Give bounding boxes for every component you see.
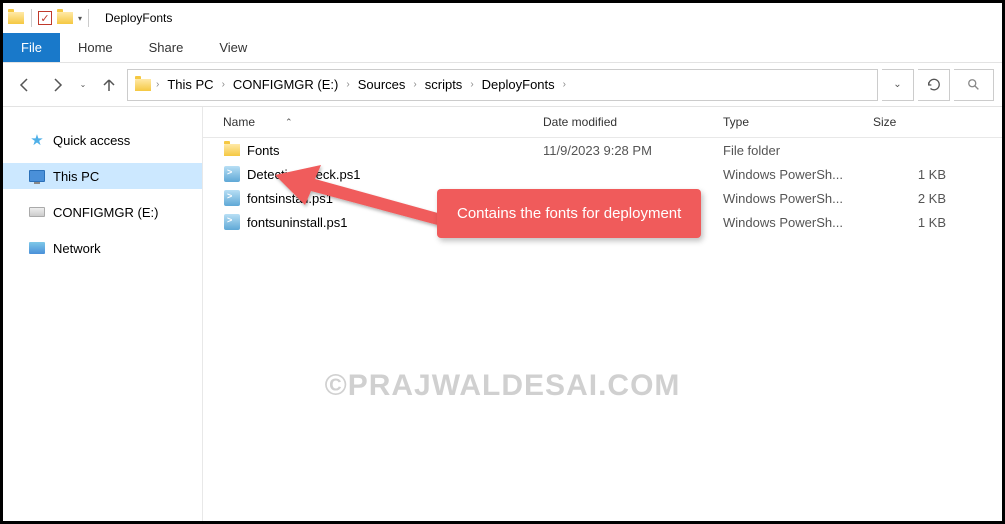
sidebar-item-network[interactable]: Network <box>3 235 202 261</box>
recent-dropdown[interactable]: ⌄ <box>75 71 91 99</box>
sidebar-item-this-pc[interactable]: This PC <box>3 163 202 189</box>
folder-icon <box>134 76 152 94</box>
powershell-icon <box>223 213 241 231</box>
star-icon: ★ <box>29 132 45 148</box>
powershell-icon <box>223 165 241 183</box>
chevron-right-icon[interactable]: › <box>344 79 351 90</box>
refresh-button[interactable] <box>918 69 950 101</box>
breadcrumb-item[interactable]: Sources <box>354 75 410 94</box>
column-header-name[interactable]: Name⌃ <box>223 115 543 129</box>
tab-share[interactable]: Share <box>131 34 202 61</box>
sidebar-item-drive[interactable]: CONFIGMGR (E:) <box>3 199 202 225</box>
network-icon <box>29 240 45 256</box>
titlebar: ✓ ▾ DeployFonts <box>3 3 1002 33</box>
chevron-right-icon[interactable]: › <box>561 79 568 90</box>
powershell-icon <box>223 189 241 207</box>
file-type: Windows PowerSh... <box>723 167 873 182</box>
file-size: 1 KB <box>873 215 986 230</box>
sidebar-item-quick-access[interactable]: ★ Quick access <box>3 127 202 153</box>
file-tab[interactable]: File <box>3 33 60 62</box>
file-type: Windows PowerSh... <box>723 191 873 206</box>
file-type: Windows PowerSh... <box>723 215 873 230</box>
tab-view[interactable]: View <box>201 34 265 61</box>
address-dropdown[interactable]: ⌄ <box>882 69 914 101</box>
sidebar-item-label: CONFIGMGR (E:) <box>53 205 158 220</box>
main-area: ★ Quick access This PC CONFIGMGR (E:) Ne… <box>3 107 1002 521</box>
breadcrumb-item[interactable]: This PC <box>163 75 217 94</box>
address-bar[interactable]: › This PC › CONFIGMGR (E:) › Sources › s… <box>127 69 878 101</box>
file-date: 11/9/2023 9:28 PM <box>543 143 723 158</box>
folder-icon <box>223 141 241 159</box>
navigation-pane: ★ Quick access This PC CONFIGMGR (E:) Ne… <box>3 107 203 521</box>
sort-indicator-icon: ⌃ <box>285 117 293 128</box>
chevron-right-icon[interactable]: › <box>411 79 418 90</box>
annotation-arrow <box>265 155 455 235</box>
checkbox-icon[interactable]: ✓ <box>38 11 52 25</box>
qat-dropdown[interactable]: ▾ <box>78 14 82 23</box>
file-size: 1 KB <box>873 167 986 182</box>
window-title: DeployFonts <box>105 11 172 25</box>
separator <box>31 9 32 27</box>
annotation-callout: Contains the fonts for deployment <box>437 189 701 238</box>
back-button[interactable] <box>11 71 39 99</box>
navigation-row: ⌄ › This PC › CONFIGMGR (E:) › Sources ›… <box>3 63 1002 107</box>
chevron-right-icon[interactable]: › <box>220 79 227 90</box>
breadcrumb-item[interactable]: scripts <box>421 75 467 94</box>
column-header-size[interactable]: Size <box>873 115 986 129</box>
column-headers: Name⌃ Date modified Type Size <box>203 107 1002 138</box>
drive-icon <box>29 204 45 220</box>
pc-icon <box>29 168 45 184</box>
sidebar-item-label: Network <box>53 241 101 256</box>
column-header-type[interactable]: Type <box>723 115 873 129</box>
breadcrumb-item[interactable]: DeployFonts <box>478 75 559 94</box>
sidebar-item-label: This PC <box>53 169 99 184</box>
folder-icon <box>7 9 25 27</box>
search-input[interactable] <box>954 69 994 101</box>
chevron-right-icon[interactable]: › <box>468 79 475 90</box>
file-size: 2 KB <box>873 191 986 206</box>
column-header-date[interactable]: Date modified <box>543 115 723 129</box>
ribbon: File Home Share View <box>3 33 1002 63</box>
tab-home[interactable]: Home <box>60 34 131 61</box>
sidebar-item-label: Quick access <box>53 133 130 148</box>
chevron-right-icon[interactable]: › <box>154 79 161 90</box>
file-type: File folder <box>723 143 873 158</box>
forward-button[interactable] <box>43 71 71 99</box>
breadcrumb-item[interactable]: CONFIGMGR (E:) <box>229 75 342 94</box>
folder-icon <box>56 9 74 27</box>
up-button[interactable] <box>95 71 123 99</box>
separator <box>88 9 89 27</box>
